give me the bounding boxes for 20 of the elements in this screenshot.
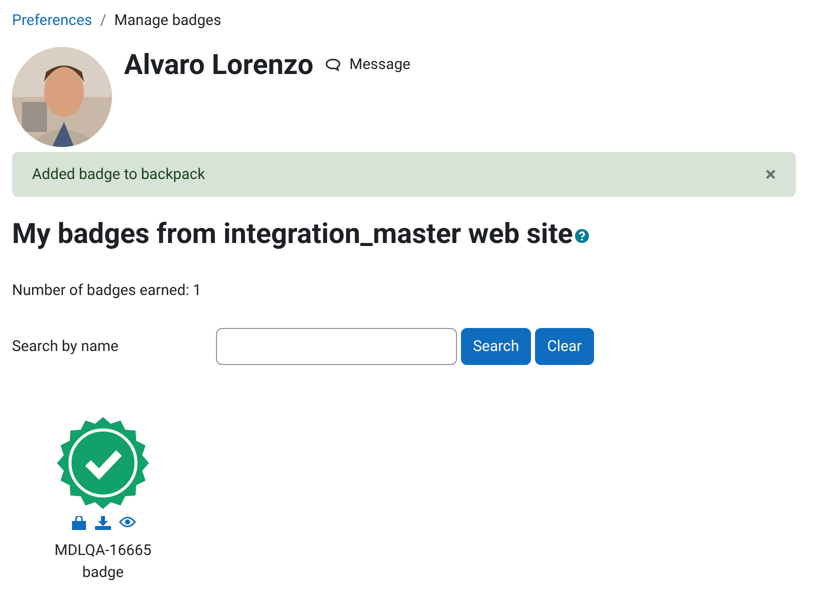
download-icon[interactable]	[94, 516, 110, 530]
search-field[interactable]	[216, 328, 457, 365]
badge-name[interactable]: MDLQA-16665 badge	[53, 539, 153, 583]
shopping-bag-icon[interactable]	[70, 516, 86, 530]
speech-bubble-icon	[325, 58, 342, 72]
user-name: Alvaro Lorenzo	[124, 46, 314, 82]
breadcrumb-link[interactable]: Preferences	[12, 9, 92, 32]
search-button[interactable]: Search	[461, 328, 532, 365]
badge-count: Number of badges earned: 1	[12, 280, 202, 300]
close-button[interactable]: ×	[765, 164, 776, 184]
badge-image[interactable]	[57, 417, 149, 509]
search-button[interactable]: Clear	[535, 328, 594, 365]
breadcrumb-separator: /	[100, 10, 106, 31]
help-icon[interactable]	[574, 228, 589, 242]
breadcrumb-current: Manage badges	[114, 10, 222, 31]
search-label: Search by name	[12, 336, 120, 358]
message-link[interactable]: Message	[325, 53, 410, 76]
eye-icon[interactable]	[118, 516, 136, 528]
alert-message: Added badge to backpack	[32, 164, 206, 185]
page-heading: My badges from integration_master web site	[12, 216, 573, 252]
